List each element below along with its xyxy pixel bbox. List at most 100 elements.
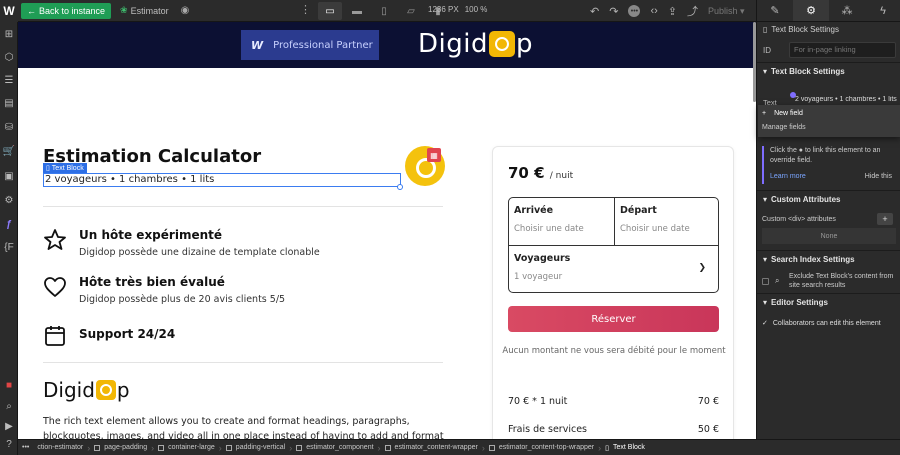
breadcrumb-item[interactable]: container-large xyxy=(154,444,219,451)
record-icon[interactable]: ■ xyxy=(0,377,18,393)
caret-down-icon: ▾ xyxy=(763,67,768,76)
breadcrumb-item[interactable]: page-padding xyxy=(90,444,151,451)
more-options-icon[interactable]: ⋮ xyxy=(300,3,311,16)
breadcrumb-item[interactable]: estimator_content-top-wrapper xyxy=(485,444,598,451)
cms-icon[interactable]: ⛁ xyxy=(0,119,18,135)
hide-this-link[interactable]: Hide this xyxy=(865,173,892,180)
div-box-icon xyxy=(384,444,391,451)
panel-tabs: ✎ ⚙ ⁂ ϟ xyxy=(757,0,900,22)
guests-select[interactable]: Voyageurs 1 voyageur ❯ xyxy=(509,245,718,293)
toolbar-actions: ↶ ↷ ••• ‹› ⇪ ⤴ Publish ▾ xyxy=(590,3,745,19)
reserve-button[interactable]: Réserver xyxy=(508,306,719,332)
share-icon[interactable]: ⤴ xyxy=(687,3,698,19)
webflow-logo[interactable]: W xyxy=(0,0,18,22)
calendar-icon xyxy=(45,326,65,346)
booking-card: 70 € / nuit Arrivée Choisir une date Dép… xyxy=(492,146,734,439)
id-input[interactable]: For in-page linking xyxy=(789,42,896,58)
design-canvas[interactable]: W Professional Partner Digid p Estimation… xyxy=(18,22,756,439)
nightly-price: 70 € / nuit xyxy=(508,164,574,182)
caret-down-icon: ▾ xyxy=(763,195,768,204)
breadcrumb-item-current[interactable]: ▯ Text Block xyxy=(601,444,649,452)
section-custom-attributes[interactable]: ▾ Custom Attributes xyxy=(757,190,900,208)
assets-icon[interactable]: ▣ xyxy=(0,168,18,184)
video-tutorial-icon[interactable]: ▶ xyxy=(0,418,18,434)
breadcrumb-item[interactable]: estimator_content-wrapper xyxy=(381,444,482,451)
custom-div-attributes-label: Custom <div> attributes xyxy=(762,216,836,223)
settings-tab-gear-icon[interactable]: ⚙ xyxy=(793,0,829,21)
div-box-icon xyxy=(488,444,495,451)
selected-text-block[interactable]: 2 voyageurs • 1 chambres • 1 lits xyxy=(43,173,401,187)
field-dropdown: + New field Manage fields xyxy=(758,105,900,137)
add-panel-icon[interactable]: ⊞ xyxy=(0,26,18,42)
left-tool-rail: ⊞ ⬡ ☰ ▤ ⛁ 🛒 ▣ ⚙ ƒ {F ■ ⌕ ▶ ? xyxy=(0,22,18,455)
navigator-icon[interactable]: ☰ xyxy=(0,72,18,88)
page-icon: ❀ xyxy=(120,5,128,15)
finsweet-icon[interactable]: ƒ xyxy=(0,216,18,232)
page-selector[interactable]: ❀ Estimator xyxy=(120,5,169,16)
rich-text-block[interactable]: The rich text element allows you to crea… xyxy=(43,414,453,439)
plus-icon: + xyxy=(762,109,767,117)
desktop-large-icon[interactable]: ▬ xyxy=(345,2,369,20)
exclude-checkbox[interactable] xyxy=(762,278,769,285)
caret-down-icon: ▾ xyxy=(763,298,768,307)
brand-logo-body[interactable]: Digid p xyxy=(43,378,130,402)
collaborators-option[interactable]: ✓ Collaborators can edit this element xyxy=(762,319,881,328)
info-links: Learn more Hide this xyxy=(770,173,892,180)
div-box-icon xyxy=(158,444,165,451)
text-value-field[interactable]: 2 voyageurs • 1 chambres • 1 lits xyxy=(795,96,897,103)
brand-logo-header[interactable]: Digid p xyxy=(418,29,533,59)
lightning-tab-icon[interactable]: ϟ xyxy=(865,0,900,21)
breadcrumb-more-icon[interactable]: ••• xyxy=(18,444,33,451)
section-editor-settings[interactable]: ▾ Editor Settings xyxy=(757,293,900,311)
top-toolbar: W ← Back to instance ❀ Estimator ◉ ⋮ ▭ ▬… xyxy=(0,0,756,22)
more-icon[interactable]: ••• xyxy=(628,5,641,17)
undo-icon[interactable]: ↶ xyxy=(590,5,599,18)
panel-header: ▯ Text Block Settings xyxy=(763,25,839,34)
mobile-landscape-icon[interactable]: ▱ xyxy=(399,2,423,20)
text-block-icon: ▯ xyxy=(605,444,609,452)
grid-badge-icon[interactable]: ▦ xyxy=(427,148,441,162)
back-to-instance-button[interactable]: ← Back to instance xyxy=(21,2,112,19)
search-icon[interactable]: ⌕ xyxy=(0,398,18,414)
pages-icon[interactable]: ▤ xyxy=(0,95,18,111)
section-text-block-settings[interactable]: ▾ Text Block Settings xyxy=(757,62,900,80)
breadcrumb-item[interactable]: ction-estimator xyxy=(33,444,87,451)
search-icon: ⌕ xyxy=(775,276,780,285)
arrival-date-field[interactable]: Arrivée Choisir une date xyxy=(509,198,614,245)
breadcrumb-item[interactable]: estimator_component xyxy=(292,444,377,451)
add-attribute-button[interactable]: + xyxy=(877,213,893,225)
redo-icon[interactable]: ↷ xyxy=(609,5,618,18)
price-line-item: Frais de services 50 € xyxy=(508,424,719,435)
interactions-tab-icon[interactable]: ⁂ xyxy=(829,0,865,21)
partner-badge[interactable]: W Professional Partner xyxy=(241,30,379,60)
preview-eye-icon[interactable]: ◉ xyxy=(181,5,190,16)
code-icon[interactable]: ‹› xyxy=(650,5,657,17)
power-o-icon xyxy=(488,31,515,57)
tablet-icon[interactable]: ▯ xyxy=(372,2,396,20)
div-box-icon xyxy=(296,444,303,451)
breadcrumb-item[interactable]: padding-vertical xyxy=(222,444,289,451)
section-search-index[interactable]: ▾ Search Index Settings xyxy=(757,250,900,268)
style-tab-brush-icon[interactable]: ✎ xyxy=(757,0,793,21)
publish-button[interactable]: Publish ▾ xyxy=(708,6,745,17)
help-icon[interactable]: ? xyxy=(0,436,18,452)
caret-down-icon: ▾ xyxy=(763,255,768,264)
desktop-breakpoint-icon[interactable]: ▭ xyxy=(318,2,342,20)
learn-more-link[interactable]: Learn more xyxy=(770,173,806,180)
departure-date-field[interactable]: Départ Choisir une date xyxy=(614,198,719,245)
booking-fields: Arrivée Choisir une date Départ Choisir … xyxy=(508,197,719,293)
export-icon[interactable]: ⇪ xyxy=(668,5,677,18)
div-box-icon xyxy=(94,444,101,451)
resize-handle[interactable] xyxy=(397,184,403,190)
arrow-left-icon: ← xyxy=(27,5,36,16)
fields-icon[interactable]: {F xyxy=(0,239,18,255)
manage-fields-option[interactable]: Manage fields xyxy=(762,124,806,131)
price-line-item: 70 € * 1 nuit 70 € xyxy=(508,396,719,407)
check-icon: ✓ xyxy=(762,320,768,327)
new-field-option[interactable]: + New field xyxy=(758,105,900,121)
symbols-icon[interactable]: ⬡ xyxy=(0,49,18,65)
ecommerce-icon[interactable]: 🛒 xyxy=(0,143,18,159)
star-icon xyxy=(44,229,66,250)
settings-icon[interactable]: ⚙ xyxy=(0,192,18,208)
id-label: ID xyxy=(763,46,771,55)
